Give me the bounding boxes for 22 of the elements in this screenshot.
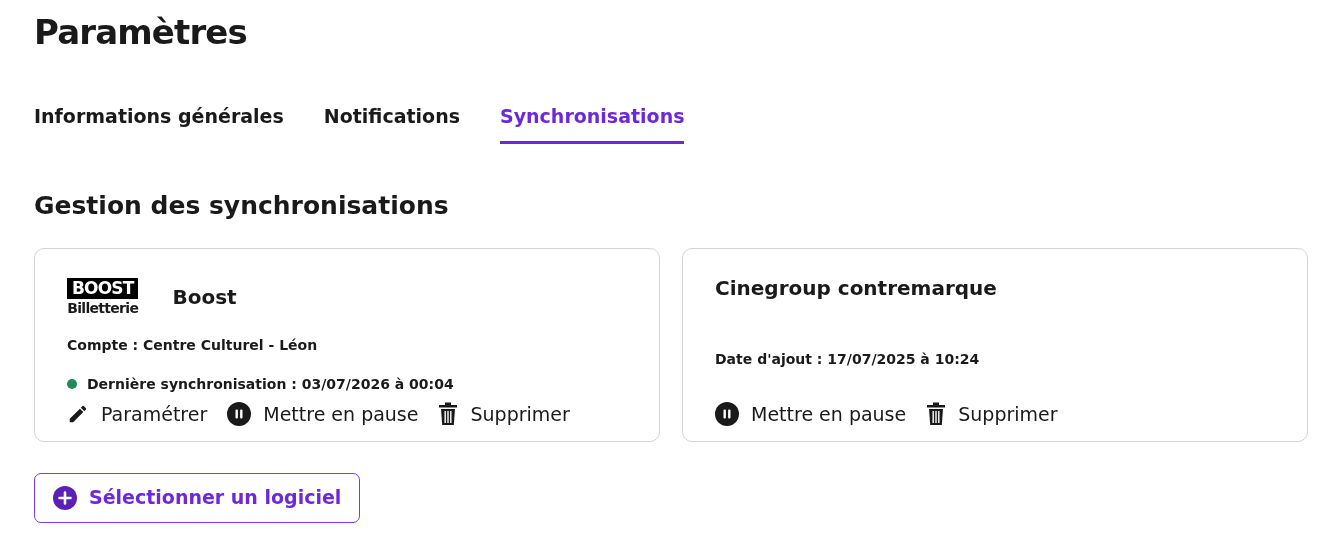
select-software-button[interactable]: Sélectionner un logiciel [34, 472, 361, 523]
pause-button[interactable]: Mettre en pause [715, 400, 913, 429]
detail-text: Dernière synchronisation : 03/07/2026 à 00:04 [87, 374, 454, 394]
tab[interactable]: Notifications [323, 102, 460, 144]
tab[interactable]: Informations générales [34, 102, 284, 144]
card-title: Cinegroup contremarque [715, 274, 997, 302]
trash-icon [438, 402, 459, 427]
pause-icon [715, 402, 739, 427]
delete-button[interactable]: Supprimer [438, 400, 576, 429]
tab[interactable]: Synchronisations [500, 102, 685, 144]
plus-icon [53, 485, 77, 510]
detail-text: Compte : Centre Culturel - Léon [67, 335, 318, 355]
pause-icon [227, 402, 252, 427]
delete-button[interactable]: Supprimer [926, 400, 1064, 429]
card-title: Boost [172, 283, 237, 311]
page-title: Paramètres [34, 12, 248, 52]
logo: BOOST Billetterie [67, 278, 139, 315]
section-heading: Gestion des synchronisations [34, 189, 450, 222]
configure-button[interactable]: Paramétrer [67, 400, 214, 429]
pause-button[interactable]: Mettre en pause [227, 400, 425, 429]
trash-icon [926, 402, 947, 427]
detail-text: Date d'ajout : 17/07/2025 à 10:24 [715, 349, 980, 369]
